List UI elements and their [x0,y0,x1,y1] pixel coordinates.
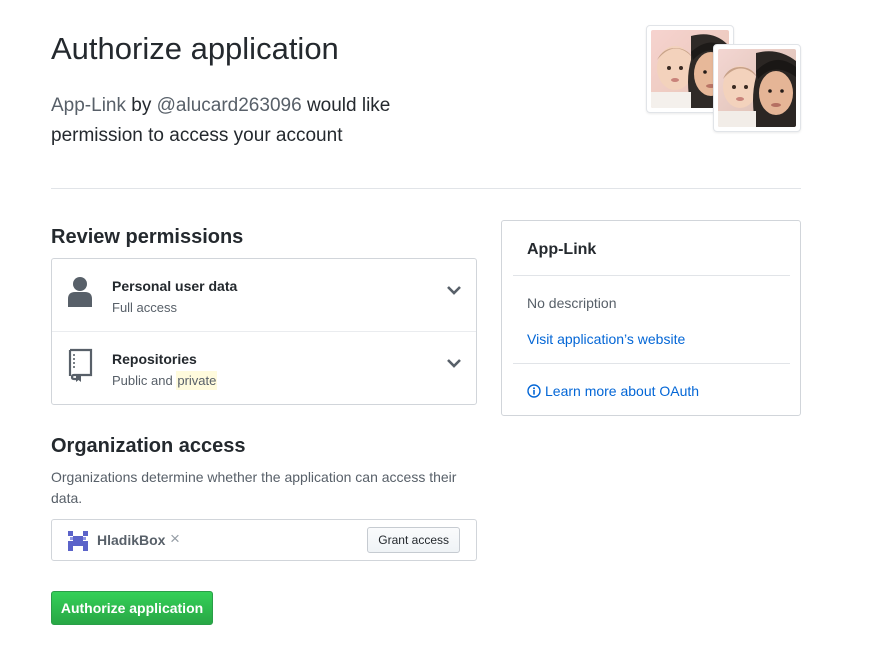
close-icon: × [170,529,180,548]
permission-title: Repositories [112,351,197,367]
chevron-down-icon[interactable] [446,358,462,370]
app-card-divider [513,275,790,276]
grant-access-button[interactable]: Grant access [367,527,460,553]
permission-highlight: private [176,371,218,390]
organization-access-heading: Organization access [51,435,246,457]
lead-text-2: permission to access your account [51,125,343,146]
visit-website-link[interactable]: Visit application’s website [527,331,685,347]
chevron-down-icon[interactable] [446,285,462,297]
permission-subtitle: Public and private [112,371,218,390]
learn-oauth-label: Learn more about OAuth [545,383,700,399]
permission-personal-user-data[interactable]: Personal user data Full access [52,259,476,331]
permission-subtitle: Full access [112,300,178,315]
app-avatar [713,44,801,132]
app-author: @alucard263096 [156,95,302,116]
app-info-card: App-Link No description Visit applicatio… [501,220,801,416]
permissions-list: Personal user data Full access Repositor… [51,258,477,405]
authorize-application-button[interactable]: Authorize application [51,591,213,625]
info-icon [527,384,541,398]
header-divider [51,188,801,189]
avatar-group [646,25,806,135]
app-card-name: App-Link [527,241,597,258]
organization-row: HladikBox × Grant access [51,519,477,561]
permission-title: Personal user data [112,278,238,294]
app-name: App-Link [51,95,126,116]
review-permissions-heading: Review permissions [51,226,244,248]
person-icon [68,277,92,307]
learn-oauth-link[interactable]: Learn more about OAuth [527,383,699,399]
permission-repositories[interactable]: Repositories Public and private [52,331,476,404]
permission-subtitle-prefix: Public and [112,373,173,388]
organization-access-description: Organizations determine whether the appl… [51,469,457,506]
app-card-divider [513,363,790,364]
lead-text-1: would like [306,95,391,116]
organization-name: HladikBox [97,532,166,548]
page-title: Authorize application [51,31,339,66]
organization-logo-icon [68,531,88,551]
by-text: by [131,95,152,116]
app-description: No description [527,295,617,311]
authorization-request-text: App-Link by @alucard263096 would like pe… [51,91,471,151]
repo-icon [68,348,93,382]
